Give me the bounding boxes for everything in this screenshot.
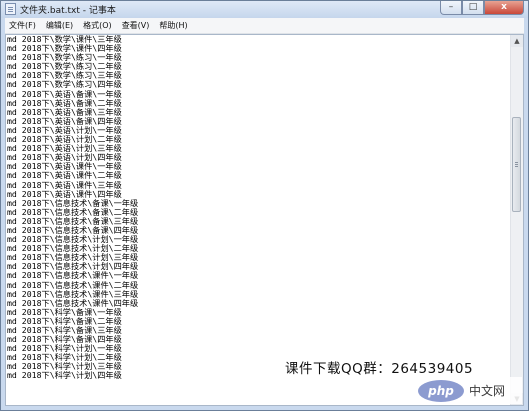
menu-edit[interactable]: 编辑(E) bbox=[42, 18, 79, 33]
maximize-button[interactable]: □ bbox=[462, 1, 484, 15]
scroll-up-icon[interactable]: ▲ bbox=[511, 35, 523, 47]
text-content[interactable]: md 2018下\数学\课件\三年级 md 2018下\数学\课件\四年级 md 2… bbox=[7, 35, 511, 405]
menu-format[interactable]: 格式(O) bbox=[79, 18, 118, 33]
logo-text: 中文网 bbox=[469, 384, 506, 398]
caption-buttons: – □ x bbox=[440, 1, 524, 16]
vertical-scrollbar[interactable]: ▲ ▼ bbox=[510, 35, 523, 405]
menu-file[interactable]: 文件(F) bbox=[5, 18, 42, 33]
notepad-app-icon[interactable] bbox=[5, 3, 16, 15]
menu-help[interactable]: 帮助(H) bbox=[155, 18, 193, 33]
php-logo-icon: php bbox=[418, 379, 464, 402]
grip-icon bbox=[515, 162, 518, 163]
php-cn-logo: php 中文网 bbox=[414, 377, 522, 404]
qq-group-watermark: 课件下载QQ群：264539405 bbox=[285, 361, 474, 377]
minimize-button[interactable]: – bbox=[440, 1, 462, 15]
title-bar[interactable]: 文件夹.bat.txt - 记事本 – □ x bbox=[1, 1, 528, 18]
menu-view[interactable]: 查看(V) bbox=[118, 18, 156, 33]
menu-bar: 文件(F) 编辑(E) 格式(O) 查看(V) 帮助(H) bbox=[5, 18, 524, 34]
notepad-window: 文件夹.bat.txt - 记事本 – □ x 文件(F) 编辑(E) 格式(O… bbox=[0, 0, 529, 411]
window-title: 文件夹.bat.txt - 记事本 bbox=[20, 6, 116, 16]
scroll-thumb[interactable] bbox=[512, 117, 521, 212]
close-button[interactable]: x bbox=[484, 1, 524, 15]
text-editor[interactable]: md 2018下\数学\课件\三年级 md 2018下\数学\课件\四年级 md 2… bbox=[5, 34, 524, 406]
